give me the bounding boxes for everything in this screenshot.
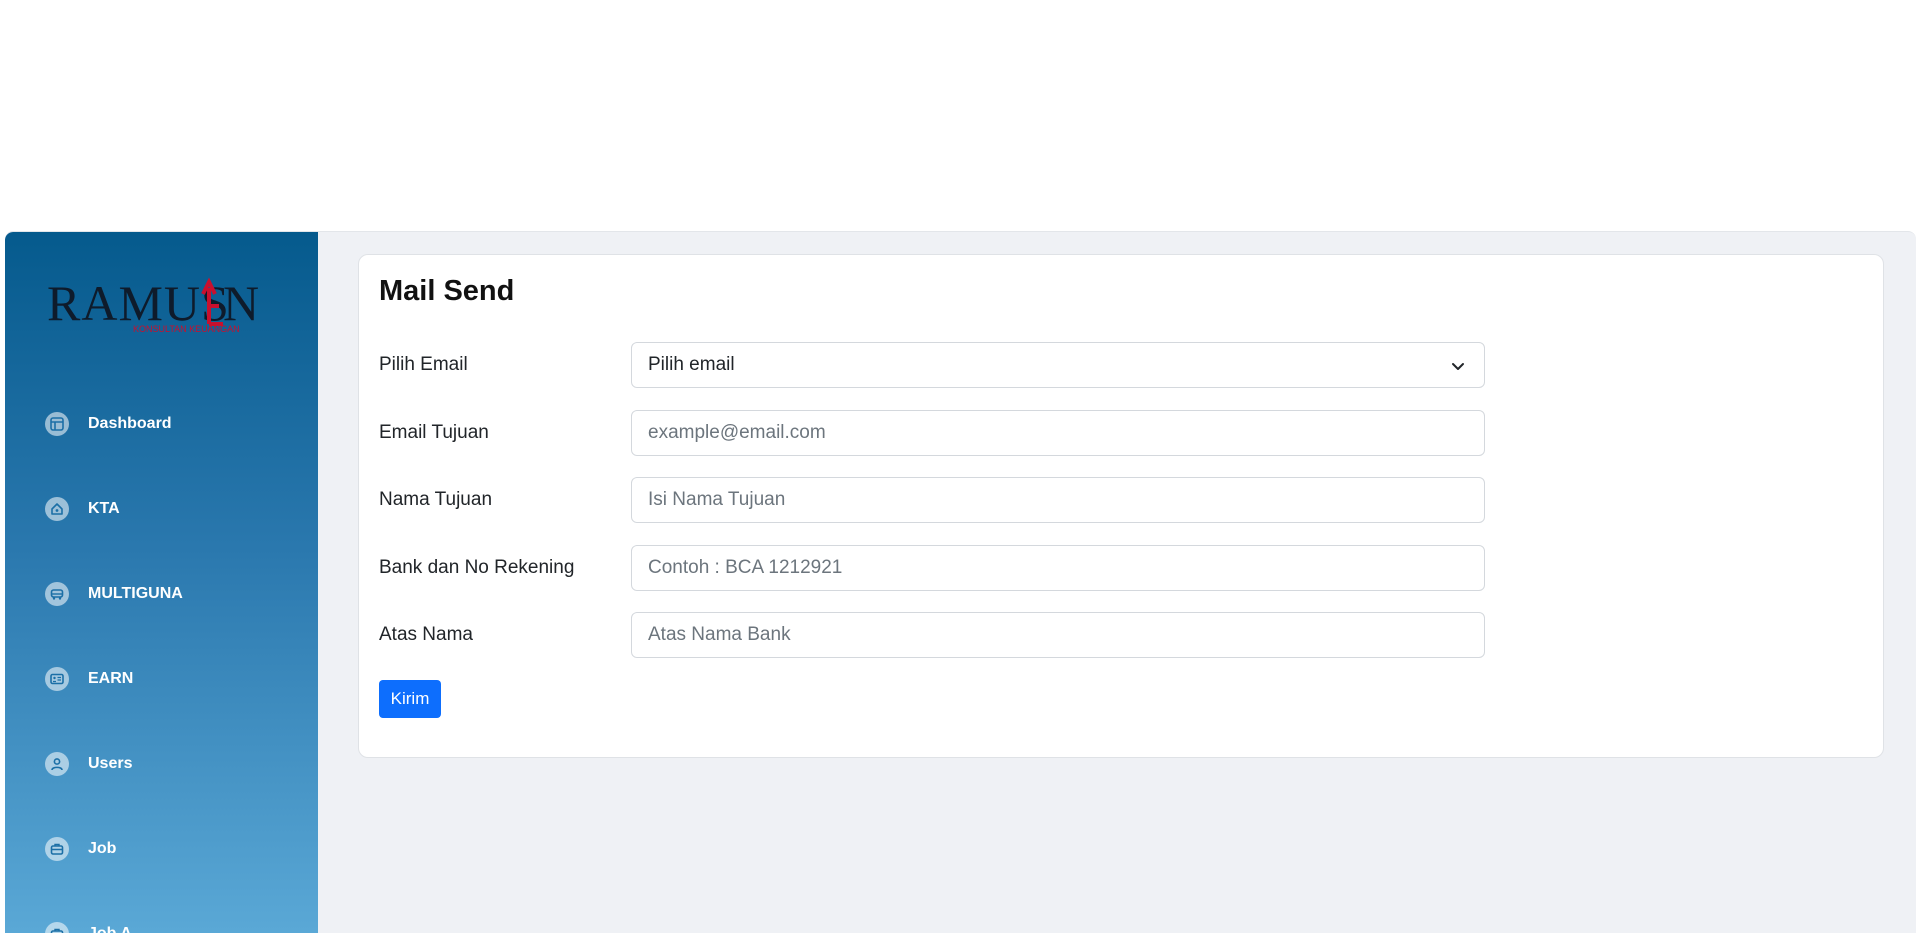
email-tujuan-row: Email Tujuan: [379, 410, 1485, 456]
atas-nama-input[interactable]: [631, 612, 1485, 658]
briefcase-icon: [45, 922, 69, 933]
kirim-button[interactable]: Kirim: [379, 680, 441, 718]
sidebar-item-users[interactable]: Users: [5, 744, 318, 784]
pilih-email-label: Pilih Email: [379, 354, 468, 375]
email-tujuan-input[interactable]: [631, 410, 1485, 456]
sidebar: RAMUS N KONSULTAN KEUANGAN Dashboard KTA: [5, 232, 318, 933]
sidebar-item-job-applicants[interactable]: Job A...: [5, 914, 318, 933]
bank-row: Bank dan No Rekening: [379, 545, 1485, 591]
page-title: Mail Send: [379, 275, 515, 307]
pilih-email-row: Pilih Email Pilih email: [379, 342, 1485, 388]
atas-nama-label: Atas Nama: [379, 624, 473, 645]
sidebar-item-label: Job: [88, 840, 117, 857]
nama-tujuan-label: Nama Tujuan: [379, 489, 493, 510]
nama-tujuan-input[interactable]: [631, 477, 1485, 523]
sidebar-item-label: Dashboard: [88, 415, 172, 432]
svg-text:RAMUS: RAMUS: [47, 275, 230, 331]
logo-tagline: KONSULTAN KEUANGAN: [133, 324, 240, 334]
pilih-email-select[interactable]: Pilih email: [631, 342, 1485, 388]
main-content: Mail Send Pilih Email Pilih email Email …: [318, 232, 1916, 933]
email-tujuan-label: Email Tujuan: [379, 422, 489, 443]
sidebar-item-earn[interactable]: EARN: [5, 659, 318, 699]
bank-label: Bank dan No Rekening: [379, 557, 575, 578]
sidebar-item-job[interactable]: Job: [5, 829, 318, 869]
sidebar-item-label: KTA: [88, 500, 120, 517]
mail-send-card: Mail Send Pilih Email Pilih email Email …: [358, 254, 1884, 758]
home-icon: [45, 497, 69, 521]
sidebar-item-label: MULTIGUNA: [88, 585, 183, 602]
app-shell: RAMUS N KONSULTAN KEUANGAN Dashboard KTA: [5, 231, 1916, 933]
sidebar-item-dashboard[interactable]: Dashboard: [5, 404, 318, 444]
sidebar-item-label: EARN: [88, 670, 134, 687]
sidebar-item-multiguna[interactable]: MULTIGUNA: [5, 574, 318, 614]
briefcase-icon: [45, 837, 69, 861]
dashboard-icon: [45, 412, 69, 436]
pilih-email-selected-value: Pilih email: [648, 354, 735, 375]
nama-tujuan-row: Nama Tujuan: [379, 477, 1485, 523]
atas-nama-row: Atas Nama: [379, 612, 1485, 658]
chevron-down-icon: [1452, 363, 1464, 370]
svg-text:N: N: [223, 275, 259, 331]
sidebar-item-label: Users: [88, 755, 133, 772]
id-card-icon: [45, 667, 69, 691]
car-icon: [45, 582, 69, 606]
user-icon: [45, 752, 69, 776]
sidebar-item-kta[interactable]: KTA: [5, 489, 318, 529]
bank-input[interactable]: [631, 545, 1485, 591]
ramusen-logo[interactable]: RAMUS N KONSULTAN KEUANGAN: [47, 268, 287, 338]
logo-graphic: RAMUS N KONSULTAN KEUANGAN: [47, 275, 259, 334]
